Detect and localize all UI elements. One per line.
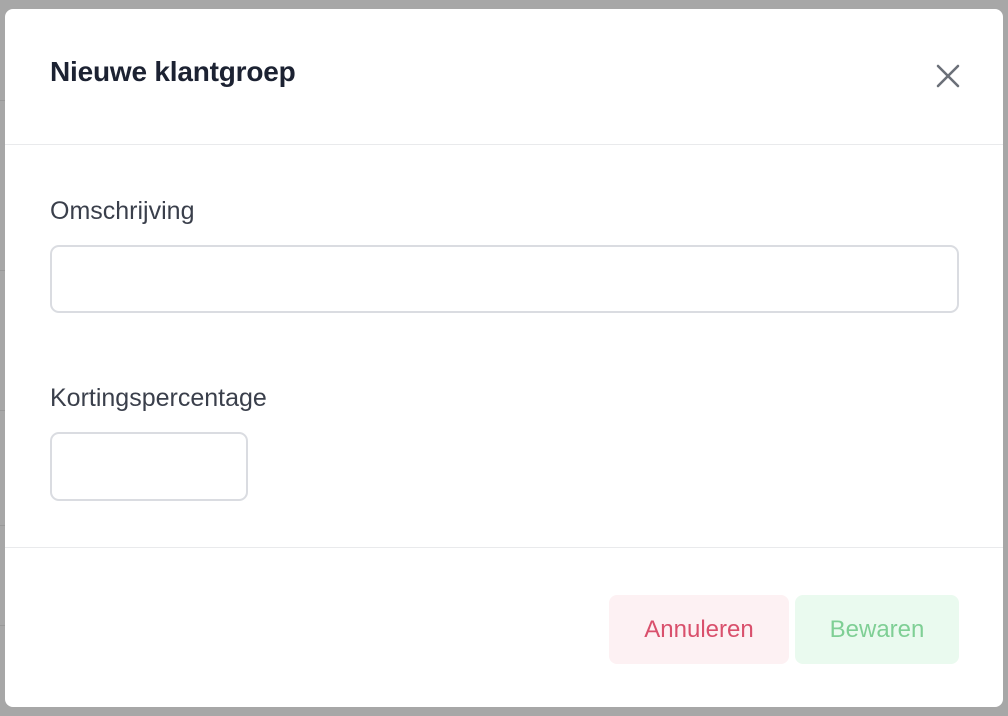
dialog-title: Nieuwe klantgroep xyxy=(50,56,296,87)
dialog-footer: Annuleren Bewaren xyxy=(5,547,1003,707)
dialog-body: Omschrijving Kortingspercentage xyxy=(5,145,1003,547)
dialog-header: Nieuwe klantgroep xyxy=(5,9,1003,145)
save-button[interactable]: Bewaren xyxy=(795,595,959,664)
discount-percentage-label: Kortingspercentage xyxy=(50,384,267,412)
close-icon xyxy=(936,64,960,88)
description-label: Omschrijving xyxy=(50,197,195,225)
new-customer-group-dialog: Nieuwe klantgroep Omschrijving Kortingsp… xyxy=(5,9,1003,707)
close-button[interactable] xyxy=(931,59,965,93)
description-input[interactable] xyxy=(50,245,959,313)
discount-percentage-input[interactable] xyxy=(50,432,248,501)
cancel-button[interactable]: Annuleren xyxy=(609,595,789,664)
